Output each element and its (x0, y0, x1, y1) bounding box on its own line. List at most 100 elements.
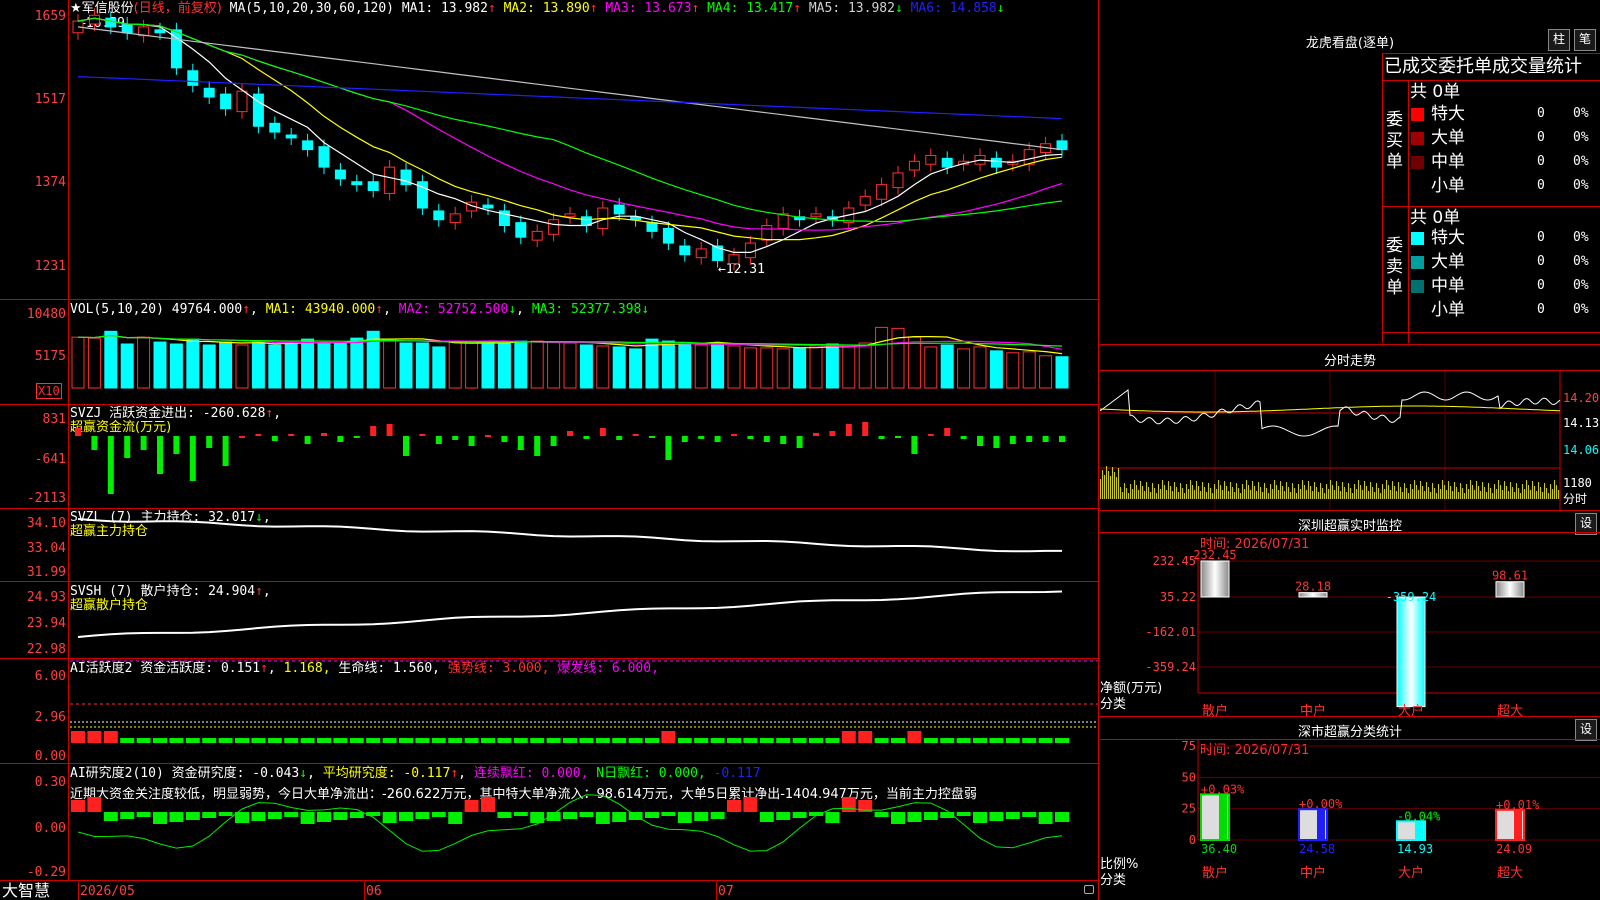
candle (876, 184, 888, 200)
intraday-vol-bar (1516, 483, 1517, 499)
intraday-vol-bar (1418, 490, 1419, 499)
flow-bar (632, 434, 639, 436)
activity-bar (645, 738, 659, 743)
intraday-vol-bar (1146, 482, 1147, 499)
activity-bar (481, 738, 495, 743)
svzj-chart[interactable] (70, 405, 1098, 508)
research-bar (317, 812, 331, 822)
activity-bar (71, 731, 85, 743)
volume-bar (694, 344, 708, 389)
monitor-chart[interactable]: 232.4535.22-162.01-359.24232.45散户28.18中户… (1100, 533, 1600, 718)
intraday-vol-bar (1432, 483, 1433, 499)
intraday-vol-bar (1500, 485, 1501, 499)
flow-bar (927, 434, 934, 436)
intraday-vol-bar (1486, 492, 1487, 499)
volume-bar (514, 340, 528, 389)
intraday-chart[interactable] (1100, 371, 1600, 511)
activity-bar (923, 738, 938, 743)
flow-bar (944, 428, 951, 436)
volume-bar (760, 347, 774, 389)
classify-pct-label: 24.58 (1299, 842, 1335, 856)
flow-bar (239, 436, 245, 438)
flow-bar (255, 434, 262, 436)
intraday-vol-bar (1462, 488, 1463, 499)
buy-order-pct: 0% (1573, 130, 1589, 145)
flow-bar (173, 436, 180, 454)
flow-bar (583, 436, 590, 439)
intraday-vol-bar (1358, 480, 1359, 499)
intraday-vol-bar (1368, 491, 1369, 499)
intraday-vol-bar (1276, 485, 1277, 499)
intraday-vol-bar (1160, 489, 1161, 499)
classify-bar-accent (1514, 809, 1522, 840)
research-bar (891, 812, 905, 824)
activity-bar (120, 738, 135, 743)
ai-active-chart[interactable] (70, 659, 1098, 763)
candle (908, 160, 920, 171)
buy-total: 共 0单 (1410, 82, 1461, 102)
intraday-vol-bar (1428, 487, 1429, 499)
intraday-vol-bar (1126, 488, 1127, 499)
dragon-title: 龙虎看盘(逐单) (1305, 36, 1395, 51)
intraday-vol-bar (1214, 484, 1215, 499)
intraday-vol-bar (1322, 488, 1323, 499)
intraday-vol-bar (1202, 482, 1203, 499)
intraday-vol-bar (1460, 483, 1461, 499)
pen-mode-button[interactable]: 笔 (1574, 29, 1596, 51)
intraday-vol-bar (1236, 483, 1237, 499)
intraday-vol-bar (1356, 489, 1357, 499)
intraday-vol-bar (1472, 485, 1473, 499)
svzl-chart[interactable] (70, 509, 1098, 581)
intraday-vol-bar (1442, 480, 1443, 499)
volume-bar (940, 344, 954, 389)
classify-pct-label: 14.93 (1397, 842, 1433, 856)
volume-bar (973, 346, 987, 389)
research-bar (907, 812, 922, 822)
sell-total: 共 0单 (1410, 208, 1461, 228)
candle (318, 146, 330, 168)
activity-bar (776, 738, 791, 743)
intraday-vol-bar (1244, 489, 1245, 499)
flow-bar (567, 431, 573, 436)
ma20-line (77, 17, 1063, 231)
intraday-vol-bar (1150, 492, 1151, 499)
volume-bar (448, 341, 462, 389)
ai-research-chart[interactable] (70, 764, 1098, 880)
volume-bar (842, 346, 856, 389)
volume-bar (989, 350, 1003, 389)
flow-bar (468, 436, 475, 446)
research-bar (333, 812, 348, 820)
main-chart-area[interactable]: 1659 1517 1374 1231 ★军信股份(日线，前复权) MA(5,1… (0, 0, 1100, 900)
intraday-vol-bar (1116, 477, 1117, 499)
price-chart[interactable] (70, 0, 1098, 298)
bar-mode-button[interactable]: 柱 (1548, 29, 1570, 51)
intraday-vol-bar (1416, 485, 1417, 499)
intraday-vol-bar (1478, 486, 1479, 499)
buy-order-name: 小单 (1431, 176, 1465, 196)
research-bar (710, 812, 725, 819)
intraday-vol-bar (1144, 491, 1145, 499)
intraday-vol-bar (1438, 484, 1439, 499)
classify-category-label: 中户 (1300, 865, 1326, 881)
classify-settings-button[interactable]: 设 (1575, 719, 1597, 741)
flow-bar (222, 436, 229, 466)
intraday-vol-bar (1316, 487, 1317, 499)
classify-chart[interactable]: 75 50 25 0 +0.03% 36.40 散户 +0.00% 24.58 中户 -0.04% 1… (1100, 740, 1600, 900)
intraday-vol-bar (1172, 491, 1173, 499)
volume-bar (711, 342, 725, 389)
x-label-jun: 06 (366, 884, 382, 899)
svsh-chart[interactable] (70, 582, 1098, 658)
activity-bar (891, 738, 905, 743)
volume-bar (465, 340, 479, 389)
intraday-vol-bar (1114, 472, 1115, 499)
intraday-vol-bar (1458, 492, 1459, 499)
intraday-vol-bar (1490, 488, 1491, 499)
lock-icon[interactable] (1084, 885, 1094, 894)
volume-chart[interactable] (70, 300, 1098, 404)
research-bar (973, 812, 987, 823)
intraday-vol-bar (1494, 484, 1495, 499)
research-bar (481, 797, 495, 812)
activity-bar (349, 738, 364, 743)
research-bar (300, 812, 315, 824)
research-bar (284, 812, 299, 817)
